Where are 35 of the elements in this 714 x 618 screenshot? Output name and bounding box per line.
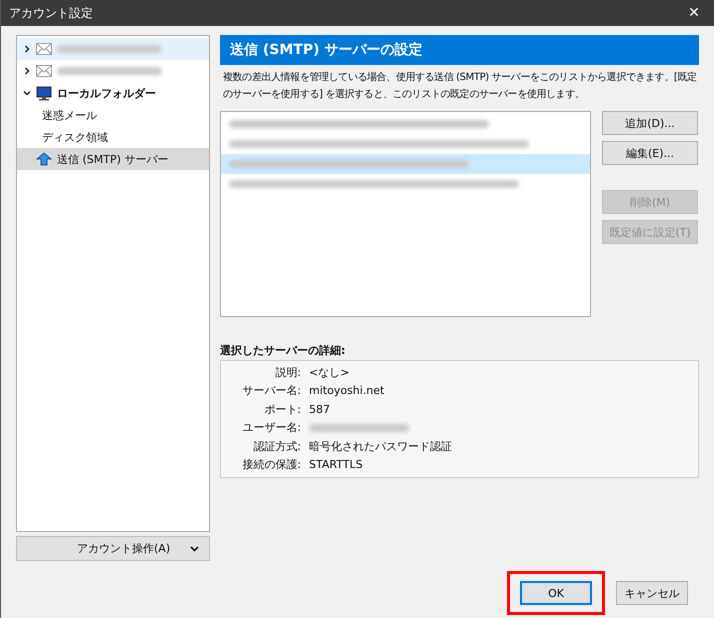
action-button[interactable]: 追加(D)...	[602, 111, 698, 135]
detail-value: STARTTLS	[309, 458, 363, 472]
detail-label: ユーザー名:	[241, 420, 301, 436]
envelope-icon	[36, 43, 52, 55]
action-button[interactable]: 編集(E)...	[602, 141, 698, 165]
detail-label: ポート:	[263, 402, 301, 417]
detail-label: サーバー名:	[241, 383, 301, 398]
tree-item[interactable]: 迷惑メール	[17, 104, 209, 126]
details-title: 選択したサーバーの詳細:	[220, 343, 346, 358]
chevron-right-icon[interactable]	[23, 45, 31, 53]
detail-value: 暗号化されたパスワード認証	[309, 438, 452, 454]
window-title: アカウント設定	[9, 4, 93, 22]
tree-item[interactable]: 送信 (SMTP) サーバー	[17, 148, 209, 170]
dialog-button[interactable]: キャンセル	[616, 581, 688, 605]
detail-value: <なし>	[309, 364, 350, 380]
upload-arrow-icon	[36, 152, 52, 166]
account-actions-button[interactable]: アカウント操作(A)	[16, 536, 210, 561]
detail-value: 587	[309, 402, 330, 416]
computer-icon	[36, 86, 52, 100]
tree-label: ローカルフォルダー	[57, 86, 156, 100]
detail-label: 接続の保護:	[241, 457, 301, 472]
tree-item[interactable]: ローカルフォルダー	[17, 82, 209, 104]
detail-label: 説明:	[274, 364, 301, 380]
chevron-down-icon[interactable]	[23, 89, 31, 97]
detail-value: mitoyoshi.net	[309, 384, 384, 398]
detail-label: 認証方式:	[252, 438, 301, 454]
chevron-right-icon[interactable]	[23, 67, 31, 75]
envelope-icon	[36, 65, 52, 77]
section-header: 送信 (SMTP) サーバーの設定	[220, 35, 699, 65]
dialog-button[interactable]: OK	[520, 581, 592, 605]
close-button[interactable]: ✕	[674, 0, 714, 26]
tree-item[interactable]: ディスク領域	[17, 126, 209, 148]
chevron-down-icon	[190, 546, 199, 552]
description-text: 複数の差出人情報を管理している場合、使用する送信 (SMTP) サーバーをこのリストから選択できます。[既定のサーバーを使用する] を選択すると、このリストの既定のサーバーを使用します。	[223, 70, 698, 102]
tree-label: 送信 (SMTP) サーバー	[57, 152, 168, 166]
